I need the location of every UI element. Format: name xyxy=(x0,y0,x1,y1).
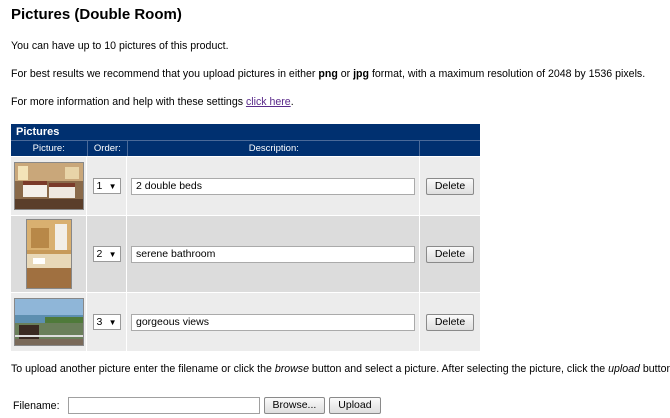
balcony-view-thumbnail[interactable] xyxy=(13,298,84,346)
upload-instr-pre: To upload another picture enter the file… xyxy=(11,363,275,375)
delete-cell: Delete xyxy=(420,216,480,292)
column-description: Description: xyxy=(128,141,421,156)
description-input[interactable]: gorgeous views xyxy=(131,313,415,331)
limit-text: You can have up to 10 pictures of this p… xyxy=(11,40,229,52)
description-cell: serene bathroom xyxy=(127,216,420,292)
order-value: 1 xyxy=(96,180,103,192)
order-cell: 2 ▼ xyxy=(87,216,127,292)
description-cell: 2 double beds xyxy=(127,157,420,215)
balcony-view-image xyxy=(14,299,83,345)
order-value: 2 xyxy=(96,248,103,260)
help-link[interactable]: click here xyxy=(246,96,291,108)
filename-label: Filename: xyxy=(13,399,60,412)
delete-button[interactable]: Delete xyxy=(425,177,475,195)
format-text: For best results we recommend that you u… xyxy=(11,68,645,80)
upload-instr-post: button. xyxy=(642,363,670,375)
format-jpg: jpg xyxy=(353,68,369,80)
filename-input[interactable] xyxy=(67,397,260,414)
upload-instr-mid: button and select a picture. After selec… xyxy=(308,363,609,375)
description-input[interactable]: serene bathroom xyxy=(131,245,415,263)
upload-form: Filename: Browse... Upload xyxy=(13,397,381,414)
picture-cell xyxy=(11,157,87,215)
table-columns: Picture: Order: Description: xyxy=(11,140,480,156)
picture-cell xyxy=(11,293,87,351)
table-heading: Pictures xyxy=(11,124,480,140)
bathroom-image xyxy=(26,220,71,288)
column-picture: Picture: xyxy=(11,141,88,156)
upload-button[interactable]: Upload xyxy=(329,397,381,414)
upload-instr-upload: upload xyxy=(608,363,640,375)
column-actions xyxy=(420,141,480,156)
format-text-pre: For best results we recommend that you u… xyxy=(11,68,319,80)
table-row: 3 ▼ gorgeous views Delete xyxy=(11,292,480,351)
table-row: 2 ▼ serene bathroom Delete xyxy=(11,215,480,292)
order-value: 3 xyxy=(96,316,103,328)
upload-instructions: To upload another picture enter the file… xyxy=(11,363,670,375)
bathroom-thumbnail[interactable] xyxy=(25,219,72,289)
format-or: or xyxy=(337,68,354,80)
column-order: Order: xyxy=(88,141,129,156)
hotel-room-image xyxy=(14,163,83,209)
hotel-room-thumbnail[interactable] xyxy=(13,162,84,210)
delete-cell: Delete xyxy=(420,293,480,351)
pictures-table: Pictures Picture: Order: Description: 1 … xyxy=(11,124,480,351)
order-select[interactable]: 2 ▼ xyxy=(92,246,121,262)
chevron-down-icon: ▼ xyxy=(108,317,117,327)
order-select[interactable]: 3 ▼ xyxy=(92,314,121,330)
order-select[interactable]: 1 ▼ xyxy=(92,178,121,194)
chevron-down-icon: ▼ xyxy=(108,181,117,191)
help-text: For more information and help with these… xyxy=(11,96,294,108)
help-text-pre: For more information and help with these… xyxy=(11,96,246,108)
description-input[interactable]: 2 double beds xyxy=(131,177,415,195)
delete-button[interactable]: Delete xyxy=(425,313,475,331)
delete-button[interactable]: Delete xyxy=(425,245,475,263)
description-cell: gorgeous views xyxy=(127,293,420,351)
picture-cell xyxy=(11,216,87,292)
page-title: Pictures (Double Room) xyxy=(11,6,182,23)
help-text-post: . xyxy=(290,96,294,108)
delete-cell: Delete xyxy=(420,157,480,215)
format-text-post: format, with a maximum resolution of 204… xyxy=(369,68,646,80)
order-cell: 3 ▼ xyxy=(87,293,127,351)
table-row: 1 ▼ 2 double beds Delete xyxy=(11,156,480,215)
order-cell: 1 ▼ xyxy=(87,157,127,215)
upload-instr-browse: browse xyxy=(274,363,309,375)
chevron-down-icon: ▼ xyxy=(108,249,117,259)
format-png: png xyxy=(318,68,338,80)
browse-button[interactable]: Browse... xyxy=(263,397,326,414)
